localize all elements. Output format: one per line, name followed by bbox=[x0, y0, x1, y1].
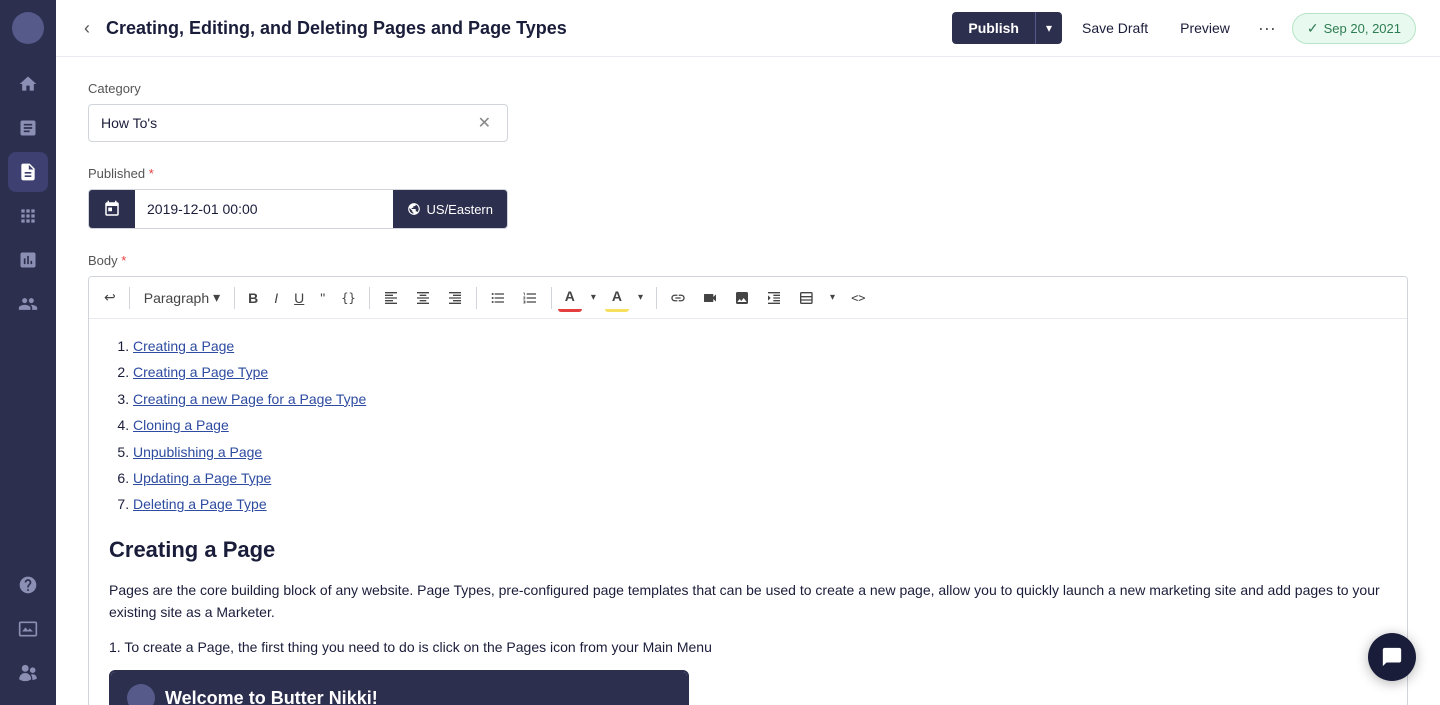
sidebar-item-blog[interactable] bbox=[8, 108, 48, 148]
image-preview-header: Welcome to Butter Nikki! bbox=[111, 672, 687, 705]
toolbar-divider-1 bbox=[129, 287, 130, 309]
code-inline-button[interactable]: {} bbox=[334, 286, 362, 310]
list-item: Deleting a Page Type bbox=[133, 493, 1387, 515]
status-date: Sep 20, 2021 bbox=[1324, 21, 1401, 36]
image-button[interactable] bbox=[727, 285, 757, 311]
date-input[interactable] bbox=[135, 190, 393, 228]
body-label: Body * bbox=[88, 253, 1408, 268]
status-badge: ✓ Sep 20, 2021 bbox=[1292, 13, 1416, 44]
page-header: ‹ Creating, Editing, and Deleting Pages … bbox=[56, 0, 1440, 57]
paragraph-select-button[interactable]: Paragraph ▾ bbox=[136, 285, 228, 310]
toc-link-4[interactable]: Cloning a Page bbox=[133, 417, 229, 433]
toolbar-divider-6 bbox=[656, 287, 657, 309]
check-icon: ✓ bbox=[1307, 20, 1319, 37]
sidebar-item-media[interactable] bbox=[8, 609, 48, 649]
toc-link-2[interactable]: Creating a Page Type bbox=[133, 364, 268, 380]
category-label: Category bbox=[88, 81, 1408, 96]
published-label: Published * bbox=[88, 166, 1408, 181]
page-title: Creating, Editing, and Deleting Pages an… bbox=[106, 18, 940, 39]
category-input-wrapper: ✕ bbox=[88, 104, 508, 142]
toolbar-divider-5 bbox=[551, 287, 552, 309]
toc-link-6[interactable]: Updating a Page Type bbox=[133, 470, 271, 486]
indent-button[interactable] bbox=[759, 285, 789, 311]
date-row: US/Eastern bbox=[88, 189, 508, 229]
step-1-text: 1. To create a Page, the first thing you… bbox=[109, 636, 1387, 658]
preview-button[interactable]: Preview bbox=[1168, 12, 1242, 44]
video-button[interactable] bbox=[695, 285, 725, 311]
undo-button[interactable]: ↩ bbox=[97, 284, 123, 311]
list-item: Creating a new Page for a Page Type bbox=[133, 388, 1387, 410]
list-item: Creating a Page Type bbox=[133, 361, 1387, 383]
sidebar-item-users[interactable] bbox=[8, 284, 48, 324]
sidebar-item-help[interactable] bbox=[8, 565, 48, 605]
align-right-button[interactable] bbox=[440, 285, 470, 311]
font-color-dropdown-button[interactable]: ▾ bbox=[584, 287, 603, 308]
section-heading: Creating a Page bbox=[109, 532, 1387, 567]
underline-button[interactable]: U bbox=[287, 285, 311, 311]
image-preview-title: Welcome to Butter Nikki! bbox=[165, 684, 378, 705]
body-field-group: Body * ↩ Paragraph ▾ B I U " {} bbox=[88, 253, 1408, 705]
sidebar-item-apps[interactable] bbox=[8, 196, 48, 236]
calendar-button[interactable] bbox=[89, 190, 135, 228]
ordered-list-button[interactable] bbox=[515, 285, 545, 311]
toc-link-5[interactable]: Unpublishing a Page bbox=[133, 444, 262, 460]
font-color-button[interactable]: A bbox=[558, 283, 582, 312]
embed-button[interactable]: <> bbox=[844, 286, 872, 310]
editor-content-area[interactable]: Creating a Page Creating a Page Type Cre… bbox=[89, 319, 1407, 705]
sidebar-item-home[interactable] bbox=[8, 64, 48, 104]
content-area: Category ✕ Published * US/Eastern bbox=[56, 57, 1440, 705]
highlight-button[interactable]: A bbox=[605, 283, 629, 312]
more-options-button[interactable]: ··· bbox=[1250, 14, 1284, 43]
chat-button[interactable] bbox=[1368, 633, 1416, 681]
list-item: Updating a Page Type bbox=[133, 467, 1387, 489]
save-draft-button[interactable]: Save Draft bbox=[1070, 12, 1160, 44]
user-avatar[interactable] bbox=[12, 12, 44, 44]
list-item: Creating a Page bbox=[133, 335, 1387, 357]
list-item: Unpublishing a Page bbox=[133, 441, 1387, 463]
publish-button[interactable]: Publish bbox=[952, 12, 1035, 44]
header-actions: Publish ▾ Save Draft Preview ··· ✓ Sep 2… bbox=[952, 12, 1416, 44]
align-left-button[interactable] bbox=[376, 285, 406, 311]
toolbar-divider-3 bbox=[369, 287, 370, 309]
table-of-contents: Creating a Page Creating a Page Type Cre… bbox=[109, 335, 1387, 516]
toc-link-3[interactable]: Creating a new Page for a Page Type bbox=[133, 391, 366, 407]
back-button[interactable]: ‹ bbox=[80, 14, 94, 43]
editor-toolbar: ↩ Paragraph ▾ B I U " {} bbox=[89, 277, 1407, 319]
image-preview-avatar bbox=[127, 684, 155, 705]
sidebar-item-pages[interactable] bbox=[8, 152, 48, 192]
publish-dropdown-button[interactable]: ▾ bbox=[1035, 12, 1062, 44]
table-dropdown-button[interactable]: ▾ bbox=[823, 287, 842, 308]
toolbar-divider-2 bbox=[234, 287, 235, 309]
timezone-label: US/Eastern bbox=[427, 202, 493, 217]
published-field-group: Published * US/Eastern bbox=[88, 166, 1408, 229]
toc-link-1[interactable]: Creating a Page bbox=[133, 338, 234, 354]
bullet-list-button[interactable] bbox=[483, 285, 513, 311]
sidebar-item-components[interactable] bbox=[8, 240, 48, 280]
highlight-dropdown-button[interactable]: ▾ bbox=[631, 287, 650, 308]
bold-button[interactable]: B bbox=[241, 285, 265, 311]
blockquote-button[interactable]: " bbox=[313, 285, 332, 311]
align-center-button[interactable] bbox=[408, 285, 438, 311]
section-body-text: Pages are the core building block of any… bbox=[109, 579, 1387, 624]
category-clear-button[interactable]: ✕ bbox=[474, 113, 495, 133]
toolbar-divider-4 bbox=[476, 287, 477, 309]
image-preview-card: Welcome to Butter Nikki! bbox=[109, 670, 689, 705]
sidebar bbox=[0, 0, 56, 705]
link-button[interactable] bbox=[663, 285, 693, 311]
publish-button-group: Publish ▾ bbox=[952, 12, 1062, 44]
italic-button[interactable]: I bbox=[267, 285, 285, 311]
sidebar-item-settings[interactable] bbox=[8, 653, 48, 693]
rich-text-editor: ↩ Paragraph ▾ B I U " {} bbox=[88, 276, 1408, 705]
list-item: Cloning a Page bbox=[133, 414, 1387, 436]
category-field-group: Category ✕ bbox=[88, 81, 1408, 142]
toc-link-7[interactable]: Deleting a Page Type bbox=[133, 496, 267, 512]
category-input[interactable] bbox=[101, 115, 474, 131]
timezone-button[interactable]: US/Eastern bbox=[393, 190, 507, 228]
table-button[interactable] bbox=[791, 285, 821, 311]
main-content: ‹ Creating, Editing, and Deleting Pages … bbox=[56, 0, 1440, 705]
